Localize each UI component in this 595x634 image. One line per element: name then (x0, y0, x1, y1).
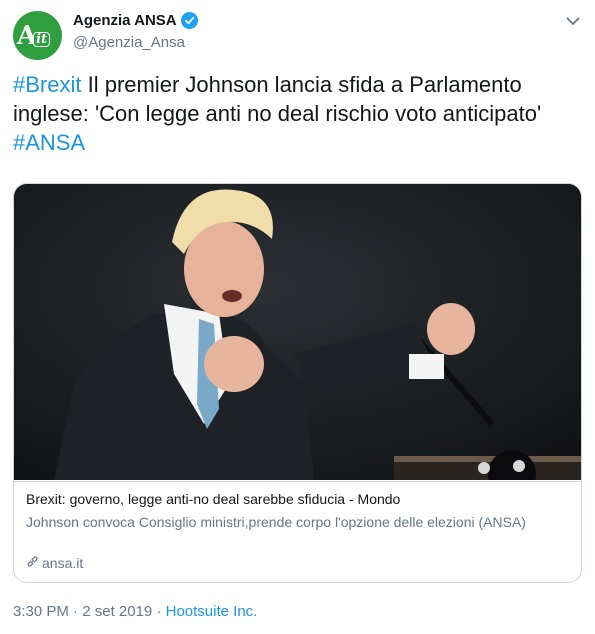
tweet-footer: 3:30 PM · 2 set 2019 · Hootsuite Inc. (13, 603, 257, 620)
author-handle[interactable]: @Agenzia_Ansa (73, 34, 185, 51)
avatar-badge: it (33, 32, 51, 47)
avatar[interactable]: A it (13, 11, 62, 60)
verified-badge-icon (180, 12, 198, 29)
card-domain-text: ansa.it (42, 555, 84, 571)
tweet-source-link[interactable]: Hootsuite Inc. (166, 603, 258, 620)
hashtag-link[interactable]: #Brexit (13, 72, 81, 97)
tweet: A it Agenzia ANSA @Agenzia_Ansa #Brexit … (0, 0, 595, 634)
link-card[interactable]: Brexit: governo, legge anti-no deal sare… (13, 183, 582, 583)
tweet-text: #Brexit Il premier Johnson lancia sfida … (13, 70, 583, 157)
tweet-date[interactable]: 2 set 2019 (82, 603, 152, 620)
card-title[interactable]: Brexit: governo, legge anti-no deal sare… (26, 491, 400, 507)
link-icon (26, 555, 39, 571)
card-image[interactable] (14, 184, 581, 480)
card-domain[interactable]: ansa.it (26, 555, 83, 571)
separator: · (68, 603, 83, 620)
card-description: Johnson convoca Consiglio ministri,prend… (26, 514, 526, 530)
hashtag-link[interactable]: #ANSA (13, 130, 85, 155)
separator: · (152, 603, 166, 620)
chevron-down-icon[interactable] (566, 14, 580, 28)
author-name-row[interactable]: Agenzia ANSA (73, 12, 198, 29)
author-name[interactable]: Agenzia ANSA (73, 12, 177, 29)
tweet-body: Il premier Johnson lancia sfida a Parlam… (13, 72, 542, 126)
card-body[interactable]: Brexit: governo, legge anti-no deal sare… (14, 481, 581, 582)
tweet-time[interactable]: 3:30 PM (13, 603, 69, 620)
